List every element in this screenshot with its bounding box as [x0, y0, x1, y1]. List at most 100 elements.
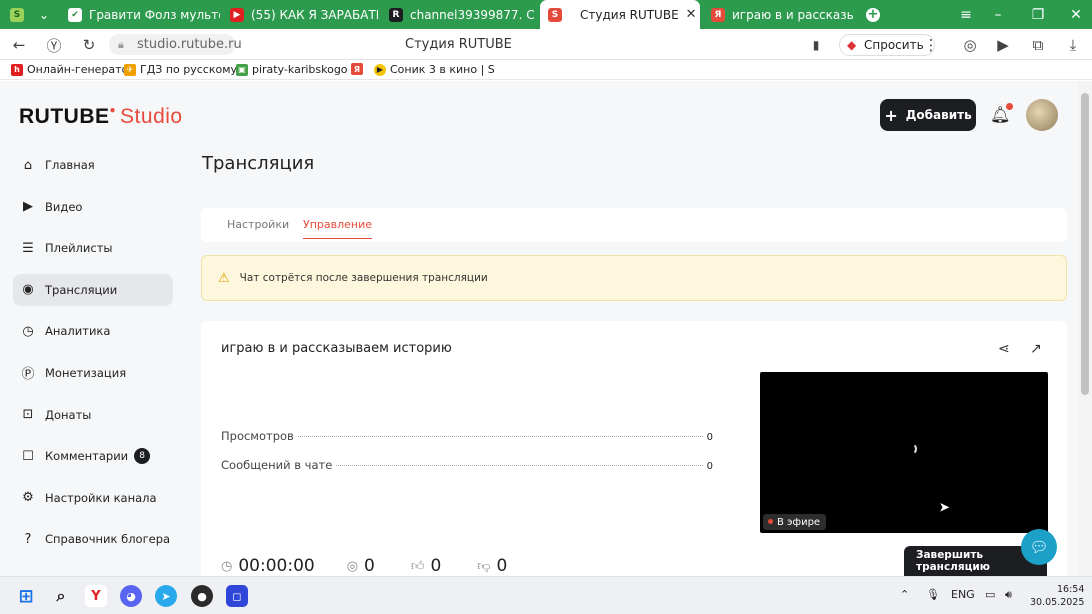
lock-icon: 🔒︎ [118, 38, 124, 51]
url-field[interactable]: 🔒︎ studio.rutube.ru [109, 34, 242, 55]
close-tab-icon[interactable]: ✕ [686, 7, 697, 22]
extensions-icon[interactable]: ⧉ [1028, 35, 1048, 55]
browser-tab-strip: S ⌄ ✔ Гравити Фолз мультсери ▶ (55) КАК … [0, 0, 1092, 29]
language-indicator[interactable]: ENG [951, 588, 975, 601]
sidebar-item-playlists[interactable]: ☰ Плейлисты [13, 232, 173, 264]
obs-icon[interactable]: ● [191, 585, 213, 607]
stream-title: играю в и рассказываем историю [221, 341, 452, 356]
url-text: studio.rutube.ru [137, 37, 242, 52]
browser-menu-icon[interactable]: ≡ [950, 0, 982, 29]
close-window-icon[interactable]: ✕ [1060, 0, 1092, 29]
network-icon[interactable]: ▭ [985, 588, 995, 601]
browser-tab-title: Студия RUTUBE [580, 7, 679, 22]
chat-icon: 💬︎ [1029, 538, 1049, 556]
os-taskbar: ⊞ ⌕ Y ◕ ➤ ● ◻ ⌃ 🎙︎ ENG ▭ 🔊︎ 16:54 30.05.… [0, 576, 1092, 614]
bookmark-label: Соник 3 в кино | S [390, 63, 495, 76]
notifications-button[interactable]: 🔔︎ [990, 103, 1014, 124]
browser-tab-1[interactable]: ✔ Гравити Фолз мультсери [60, 0, 220, 29]
sidebar-item-home[interactable]: ⌂ Главная [13, 149, 173, 181]
live-label: В эфире [777, 516, 821, 528]
system-clock[interactable]: 16:54 30.05.2025 [1030, 583, 1084, 609]
microphone-icon[interactable]: 🎙︎ [926, 588, 940, 601]
yandex-icon[interactable]: Ⓨ [44, 35, 64, 55]
external-link-icon[interactable]: ↗ [1030, 341, 1042, 357]
warning-icon: ⚠ [218, 270, 230, 286]
download-icon[interactable]: ⤓ [1063, 35, 1083, 55]
sidebar: ⌂ Главная ▶ Видео ☰ Плейлисты ◉ Трансляц… [13, 149, 173, 565]
more-options-icon[interactable]: ⋮ [921, 35, 941, 55]
browser-tab-5[interactable]: Я играю в и рассказываем [703, 0, 853, 29]
tab-settings[interactable]: Настройки [227, 218, 289, 231]
yandex-browser-icon[interactable]: Y [85, 585, 107, 607]
new-tab-button[interactable]: + [862, 0, 884, 29]
plus-icon: + [884, 105, 898, 125]
tab-management[interactable]: Управление [303, 218, 373, 239]
stat-views: Просмотров 0 [221, 429, 713, 443]
roblox-icon[interactable]: ◻ [226, 585, 248, 607]
browser-tab-3[interactable]: R channel39399877. Смотр [381, 0, 535, 29]
bookmark-item[interactable]: h Онлайн-генерато [11, 63, 128, 76]
browser-tab-2[interactable]: ▶ (55) КАК Я ЗАРАБАТЫВА [222, 0, 378, 29]
playlist-icon: ☰ [22, 240, 34, 256]
bookmark-label: ГДЗ по русскому [140, 63, 238, 76]
reload-icon[interactable]: ↻ [79, 35, 99, 55]
sidebar-item-video[interactable]: ▶ Видео [13, 191, 173, 223]
metric-duration: ◷ 00:00:00 [221, 556, 315, 576]
back-icon[interactable]: ← [9, 35, 29, 55]
sidebar-item-label: Донаты [45, 407, 92, 422]
telegram-icon[interactable]: ➤ [155, 585, 177, 607]
bookmark-item[interactable]: ✈ ГДЗ по русскому [124, 63, 237, 76]
sidebar-item-channel-settings[interactable]: ⚙ Настройки канала [13, 482, 173, 514]
sidebar-item-monetization[interactable]: Ⓟ Монетизация [13, 357, 173, 389]
share-icon[interactable]: ⋖ [998, 341, 1010, 357]
page-scrollbar[interactable] [1078, 81, 1092, 576]
browser-menu-button[interactable]: S [6, 0, 28, 29]
volume-icon[interactable]: 🔊︎ [1005, 588, 1012, 602]
extension-icon[interactable]: ◎ [960, 35, 980, 55]
media-icon[interactable]: ▶ [993, 35, 1013, 55]
video-icon: ▶ [23, 199, 33, 215]
rutube-studio-logo[interactable]: RUTUBE● Studio [19, 105, 183, 129]
stat-label: Просмотров [221, 429, 294, 443]
windows-start-icon[interactable]: ⊞ [15, 585, 37, 607]
ask-label: Спросить [864, 38, 924, 52]
stat-chat-messages: Сообщений в чате 0 [221, 458, 713, 472]
bookmark-icon[interactable]: ▮ [806, 35, 826, 55]
dislike-icon: 👎︎ [477, 558, 491, 574]
tray-chevron-icon[interactable]: ⌃ [900, 588, 909, 601]
comment-icon: ☐ [22, 448, 34, 464]
notification-dot [1006, 103, 1014, 110]
yandex-bookmark[interactable]: Я [351, 63, 363, 75]
stat-value: 0 [706, 461, 713, 472]
add-button[interactable]: + Добавить [880, 99, 976, 131]
bookmark-item[interactable]: ▣ piraty-karibskogo [236, 63, 348, 76]
tab-bar: Настройки Управление [201, 208, 1067, 242]
browser-logo-icon: S [10, 7, 24, 22]
plus-icon: + [866, 7, 880, 22]
logo-main: RUTUBE [19, 105, 110, 128]
tabs-dropdown-icon[interactable]: ⌄ [34, 0, 54, 29]
sidebar-item-blogger-guide[interactable]: ? Справочник блогера [13, 523, 173, 555]
sidebar-item-comments[interactable]: ☐ Комментарии 8 [13, 440, 173, 472]
avatar[interactable] [1026, 99, 1058, 131]
stream-card: играю в и рассказываем историю ⋖ ↗ Просм… [201, 321, 1067, 576]
clock-icon: ◷ [221, 558, 233, 574]
scrollbar-thumb[interactable] [1081, 93, 1089, 395]
logo-sub: Studio [120, 105, 183, 128]
minimize-icon[interactable]: – [982, 0, 1014, 29]
browser-tab-4-active[interactable]: S Студия RUTUBE ✕ [540, 0, 700, 29]
sidebar-item-label: Настройки канала [45, 490, 157, 505]
support-chat-button[interactable]: 💬︎ [1021, 529, 1057, 565]
search-icon[interactable]: ⌕ [50, 585, 72, 607]
maximize-icon[interactable]: ❐ [1022, 0, 1054, 29]
sidebar-item-label: Справочник блогера [45, 532, 171, 547]
metric-likes: 👍︎ 0 [411, 556, 441, 576]
discord-icon[interactable]: ◕ [120, 585, 142, 607]
stream-metrics: ◷ 00:00:00 ◎ 0 👍︎ 0 👎︎ 0 [221, 556, 507, 576]
bookmark-item[interactable]: ▶ Соник 3 в кино | S [374, 63, 495, 76]
video-player[interactable]: В эфире [760, 372, 1048, 533]
sidebar-item-analytics[interactable]: ◷ Аналитика [13, 315, 173, 347]
home-icon: ⌂ [23, 157, 33, 173]
sidebar-item-broadcasts[interactable]: ◉ Трансляции [13, 273, 173, 306]
sidebar-item-donations[interactable]: ⊡ Донаты [13, 399, 173, 431]
